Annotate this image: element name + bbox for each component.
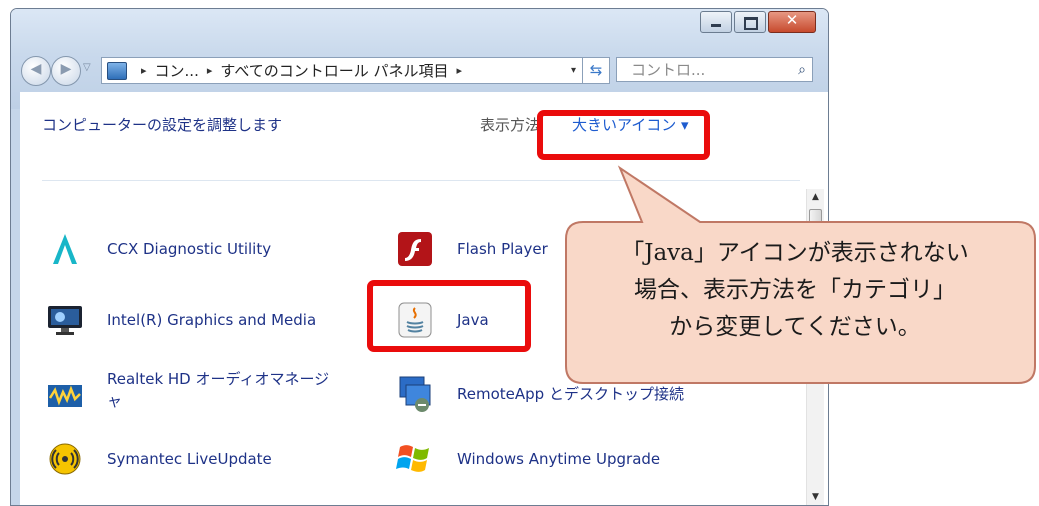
callout-text: 「Java」アイコンが表示されない 場合、表示方法を「カテゴリ」 から変更してく… (567, 235, 1023, 346)
callout-line3: から変更してください。 (669, 314, 921, 340)
callout-line2: 場合、表示方法を「カテゴリ」 (634, 277, 956, 303)
callout-line1: 「Java」アイコンが表示されない (621, 240, 969, 266)
